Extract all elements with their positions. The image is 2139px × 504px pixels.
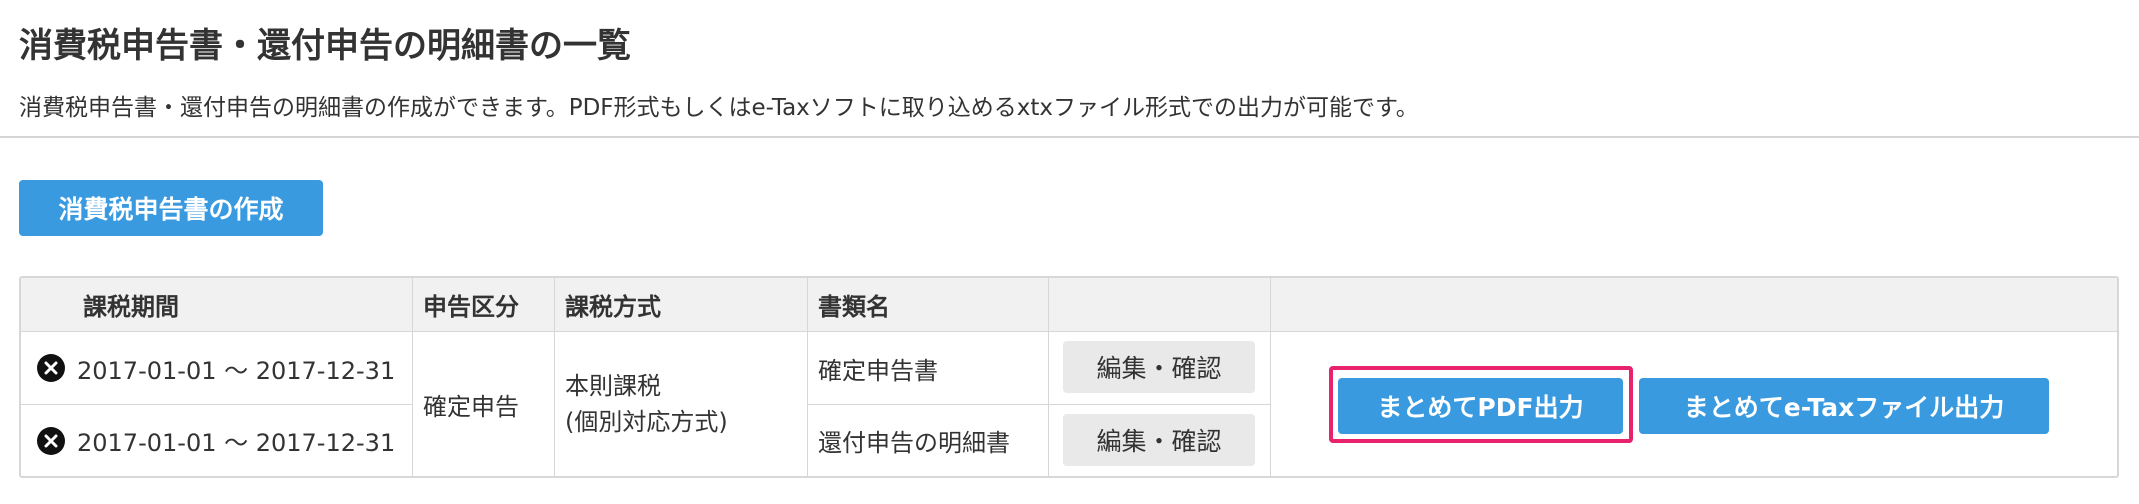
table-row-period: 2017-01-01 〜 2017-12-31	[21, 332, 413, 405]
column-header-edit	[1049, 278, 1271, 332]
bulk-etax-output-button[interactable]: まとめてe-Taxファイル出力	[1639, 378, 2049, 434]
edit-confirm-button[interactable]: 編集・確認	[1063, 341, 1255, 393]
period-text: 2017-01-01 〜 2017-12-31	[77, 429, 396, 457]
table-row-period: 2017-01-01 〜 2017-12-31	[21, 405, 413, 476]
method-line-2: (個別対応方式)	[565, 408, 728, 436]
column-header-method: 課税方式	[555, 278, 808, 332]
create-return-button[interactable]: 消費税申告書の作成	[19, 180, 323, 236]
method-line-1: 本則課税	[565, 372, 661, 400]
table-row-document: 還付申告の明細書	[808, 405, 1049, 476]
period-text: 2017-01-01 〜 2017-12-31	[77, 356, 396, 385]
page-title: 消費税申告書・還付申告の明細書の一覧	[19, 26, 631, 66]
close-circle-icon[interactable]	[37, 354, 65, 382]
page-description: 消費税申告書・還付申告の明細書の作成ができます。PDF形式もしくはe-Taxソフ…	[19, 95, 1419, 121]
category-cell: 確定申告	[413, 332, 555, 476]
method-cell: 本則課税 (個別対応方式)	[555, 332, 808, 476]
page: 消費税申告書・還付申告の明細書の一覧 消費税申告書・還付申告の明細書の作成ができ…	[0, 0, 2139, 504]
edit-confirm-button[interactable]: 編集・確認	[1063, 414, 1255, 466]
header-divider	[0, 136, 2139, 138]
table-row-document: 確定申告書	[808, 332, 1049, 405]
close-circle-icon[interactable]	[37, 426, 65, 455]
column-header-period: 課税期間	[21, 278, 413, 332]
bulk-pdf-output-button[interactable]: まとめてPDF出力	[1338, 378, 1623, 434]
column-header-category: 申告区分	[413, 278, 555, 332]
column-header-output	[1271, 278, 2117, 332]
column-header-document: 書類名	[808, 278, 1049, 332]
